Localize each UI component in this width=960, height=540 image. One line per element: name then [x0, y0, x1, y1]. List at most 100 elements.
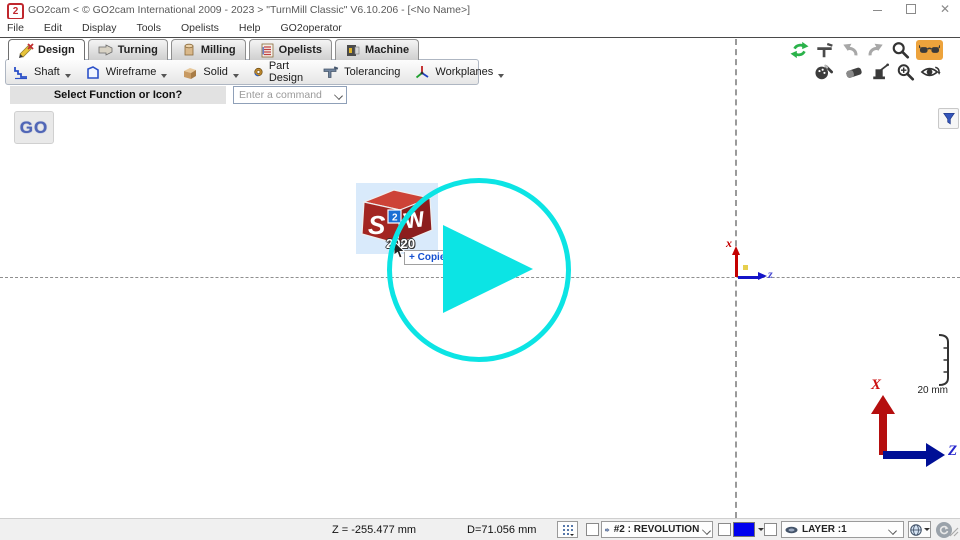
refresh-view-button[interactable]	[919, 62, 941, 82]
tab-milling[interactable]: Milling	[171, 39, 246, 60]
origin-z-arrow-shaft	[738, 276, 759, 279]
app-logo-icon: 2	[7, 3, 24, 20]
menu-help[interactable]: Help	[239, 22, 261, 34]
tab-design[interactable]: Design	[8, 39, 85, 60]
window-title: GO2cam < © GO2cam International 2009 - 2…	[28, 4, 470, 16]
drawing-canvas[interactable]: Design Turning Milling	[0, 39, 960, 518]
layer-checkbox[interactable]	[764, 523, 777, 536]
scale-bracket-icon	[930, 332, 956, 390]
go-logo-button[interactable]: GO	[14, 111, 54, 144]
tab-label: Milling	[201, 44, 236, 56]
ribbon-label: Shaft	[34, 66, 60, 78]
grid-toggle-button[interactable]	[557, 521, 578, 538]
magic-hat-icon	[870, 63, 890, 81]
ribbon-label: Tolerancing	[344, 66, 400, 78]
menu-display[interactable]: Display	[82, 22, 116, 34]
opelists-list-icon	[259, 42, 275, 58]
redo-button[interactable]	[864, 40, 886, 60]
render-button[interactable]	[813, 62, 835, 82]
view-mode-button[interactable]	[916, 40, 943, 60]
glasses-icon	[919, 43, 940, 57]
ribbon-tolerancing-button[interactable]: Tolerancing	[315, 60, 407, 84]
command-placeholder: Enter a command	[234, 89, 335, 101]
tab-label: Machine	[365, 44, 409, 56]
tab-turning[interactable]: Turning	[88, 39, 168, 60]
milling-tool-icon	[181, 42, 197, 58]
regenerate-button[interactable]	[788, 40, 810, 60]
prompt-bar: Select Function or Icon?	[10, 86, 226, 104]
zoom-button[interactable]	[889, 40, 911, 60]
close-button[interactable]: ✕	[932, 2, 958, 17]
ribbon-workplanes-button[interactable]: Workplanes	[407, 60, 511, 84]
menu-go2operator[interactable]: GO2operator	[281, 22, 342, 34]
ribbon-part-design-button[interactable]: Part Design	[246, 60, 315, 84]
tab-machine[interactable]: Machine	[335, 39, 419, 60]
title-bar: 2 GO2cam < © GO2cam International 2009 -…	[0, 0, 960, 19]
globe-icon	[909, 523, 923, 537]
menu-bar: File Edit Display Tools Opelists Help GO…	[0, 19, 960, 38]
origin-x-arrow-shaft	[735, 254, 738, 277]
chevron-down-icon	[703, 526, 706, 534]
tab-label: Opelists	[279, 44, 322, 56]
color-swatch[interactable]	[733, 522, 755, 537]
wireframe-icon	[85, 65, 101, 80]
filter-funnel-icon	[942, 112, 956, 126]
play-icon[interactable]	[443, 225, 533, 313]
sw-letter-s: S	[368, 210, 386, 240]
workplanes-icon	[414, 64, 430, 80]
design-ribbon: Shaft Wireframe Solid	[5, 59, 479, 85]
eraser-icon	[844, 63, 864, 81]
ribbon-solid-button[interactable]: Solid	[174, 60, 245, 84]
corner-z-label: Z	[948, 443, 957, 460]
turning-chuck-icon	[98, 42, 114, 58]
chevron-down-icon	[65, 74, 71, 78]
layer-value: LAYER :1	[802, 524, 885, 535]
chevron-down-icon	[335, 91, 343, 99]
magic-tools-button[interactable]	[869, 62, 891, 82]
go2cam-window: 2 GO2cam < © GO2cam International 2009 -…	[0, 0, 960, 540]
view-options-button[interactable]	[908, 521, 931, 538]
menu-edit[interactable]: Edit	[44, 22, 62, 34]
corner-z-arrow-shaft	[883, 451, 927, 459]
command-combobox[interactable]: Enter a command	[233, 86, 347, 104]
corner-x-label: X	[871, 377, 881, 394]
spindle-select[interactable]: #2 : REVOLUTION	[601, 521, 713, 538]
zoom-target-icon	[896, 63, 915, 81]
grid-icon	[562, 524, 574, 536]
resize-grip[interactable]	[949, 527, 959, 537]
palette-brush-icon	[814, 63, 834, 81]
chevron-down-icon	[233, 74, 239, 78]
undo-button[interactable]	[839, 40, 861, 60]
tab-opelists[interactable]: Opelists	[249, 39, 332, 60]
corner-z-arrow-icon	[926, 443, 945, 467]
ribbon-shaft-button[interactable]: Shaft	[6, 60, 78, 84]
menu-file[interactable]: File	[7, 22, 24, 34]
ribbon-label: Workplanes	[435, 66, 493, 78]
prompt-label: Select Function or Icon?	[54, 89, 182, 101]
origin-x-label: x	[726, 236, 732, 251]
ribbon-wireframe-button[interactable]: Wireframe	[78, 60, 175, 84]
sw-badge-2: 2	[392, 213, 398, 224]
erase-button[interactable]	[843, 62, 865, 82]
z-coordinate-readout: Z = -255.477 mm	[332, 524, 416, 536]
color-checkbox[interactable]	[718, 523, 731, 536]
ribbon-label: Part Design	[269, 60, 308, 84]
zoom-magnifier-icon	[891, 41, 910, 59]
zoom-target-button[interactable]	[894, 62, 916, 82]
menu-opelists[interactable]: Opelists	[181, 22, 219, 34]
measure-button[interactable]	[813, 40, 835, 60]
chevron-down-icon	[498, 74, 504, 78]
maximize-button[interactable]	[898, 2, 924, 17]
spindle-checkbox[interactable]	[586, 523, 599, 536]
filter-button[interactable]	[938, 108, 959, 129]
minimize-button[interactable]	[864, 2, 890, 17]
tab-label: Design	[38, 44, 75, 56]
layer-select[interactable]: LAYER :1	[781, 521, 904, 538]
module-tabs: Design Turning Milling	[8, 39, 419, 60]
chevron-down-icon	[889, 526, 897, 534]
redo-icon	[866, 41, 885, 59]
menu-tools[interactable]: Tools	[136, 22, 161, 34]
measure-caliper-icon	[815, 41, 834, 59]
corner-x-arrow-shaft	[879, 413, 887, 455]
eye-refresh-icon	[920, 64, 941, 80]
